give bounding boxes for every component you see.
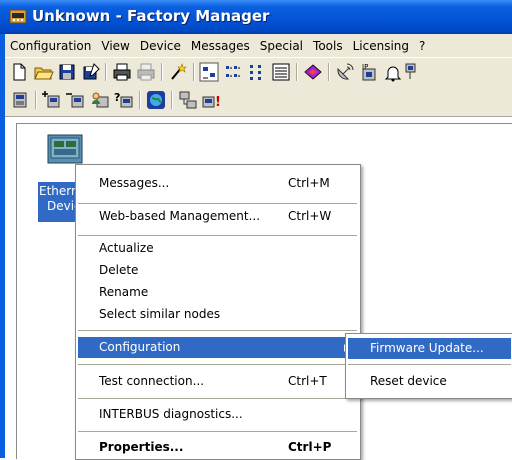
menu-separator [348,364,511,365]
menu-item-shortcut: Ctrl+T [288,374,327,388]
menu-item-label: Reset device [370,374,447,388]
menu-item-properties[interactable]: Properties... Ctrl+P [78,437,357,458]
remove-device-icon[interactable] [65,89,87,111]
menu-help[interactable]: ? [414,39,430,53]
menu-bar: Configuration View Device Messages Speci… [5,34,512,57]
menu-item-label: INTERBUS diagnostics... [99,407,243,421]
large-icons-icon[interactable] [198,61,220,83]
menu-item-messages[interactable]: Messages... Ctrl+M [78,173,357,194]
menu-item-label: Messages... [99,176,170,190]
person-icon[interactable] [89,89,111,111]
title-bar[interactable]: Unknown - Factory Manager [0,0,512,34]
menu-item-actualize[interactable]: Actualize [78,238,357,259]
save-as-icon[interactable] [80,61,102,83]
menu-item-test-connection[interactable]: Test connection... Ctrl+T [78,371,357,392]
menu-special[interactable]: Special [255,39,308,53]
details-icon[interactable] [270,61,292,83]
open-icon[interactable] [32,61,54,83]
menu-item-shortcut: Ctrl+W [288,209,332,223]
globe-icon[interactable] [145,89,167,111]
new-icon[interactable] [8,61,30,83]
list-icon[interactable] [246,61,268,83]
menu-item-label: Firmware Update... [370,341,484,355]
menu-item-label: Web-based Management... [99,209,261,223]
add-device-icon[interactable] [41,89,63,111]
svg-text:!: ! [215,95,221,110]
menu-item-shortcut: Ctrl+M [288,176,330,190]
wizard-icon[interactable] [167,61,189,83]
ethernet-device-icon[interactable] [47,134,83,164]
menu-item-label: Actualize [99,241,154,255]
menu-item-label: Configuration [99,340,181,354]
network-icon[interactable] [404,61,426,83]
menu-item-configuration[interactable]: Configuration [78,337,357,358]
menu-item-interbus-diagnostics[interactable]: INTERBUS diagnostics... [78,404,357,425]
menu-item-reset-device[interactable]: Reset device [348,371,511,392]
app-icon [9,9,27,24]
help-device-icon[interactable]: ? [113,89,135,111]
toolbar-main: IP [5,57,512,87]
menu-item-label: Properties... [99,440,184,454]
menu-item-delete[interactable]: Delete [78,260,357,281]
menu-item-rename[interactable]: Rename [78,282,357,303]
print-preview-icon[interactable] [135,61,157,83]
menu-item-label: Select similar nodes [99,307,221,321]
ip-icon[interactable]: IP [358,61,380,83]
svg-text:IP: IP [362,63,368,71]
menu-separator [78,203,357,204]
toolbar-devices: ? ! [5,86,512,117]
context-menu: Messages... Ctrl+M Web-based Management.… [75,164,361,460]
menu-view[interactable]: View [96,39,134,53]
menu-tools[interactable]: Tools [308,39,348,53]
configuration-submenu: Firmware Update... Reset device [345,333,512,399]
menu-item-firmware-update[interactable]: Firmware Update... [348,338,511,359]
menu-separator [78,431,357,432]
save-icon[interactable] [56,61,78,83]
menu-separator [78,235,357,236]
menu-configuration[interactable]: Configuration [5,39,96,53]
menu-item-label: Test connection... [99,374,205,388]
bell-icon[interactable] [382,61,404,83]
menu-item-select-similar[interactable]: Select similar nodes [78,304,357,325]
menu-separator [78,364,357,365]
alert-device-icon[interactable]: ! [201,89,223,111]
network-config-icon[interactable] [177,89,199,111]
menu-separator [78,398,357,399]
menu-licensing[interactable]: Licensing [348,39,414,53]
menu-messages[interactable]: Messages [186,39,255,53]
print-icon[interactable] [111,61,133,83]
menu-device[interactable]: Device [135,39,186,53]
menu-separator [78,330,357,331]
menu-item-label: Rename [99,285,149,299]
menu-item-web-management[interactable]: Web-based Management... Ctrl+W [78,206,357,227]
svg-text:?: ? [114,91,120,104]
satellite-icon[interactable] [334,61,356,83]
small-icons-icon[interactable] [222,61,244,83]
menu-item-shortcut: Ctrl+P [288,440,332,454]
device-list-icon[interactable] [10,89,32,111]
menu-item-label: Delete [99,263,139,277]
book-icon[interactable] [302,61,324,83]
window-title: Unknown - Factory Manager [32,7,270,25]
